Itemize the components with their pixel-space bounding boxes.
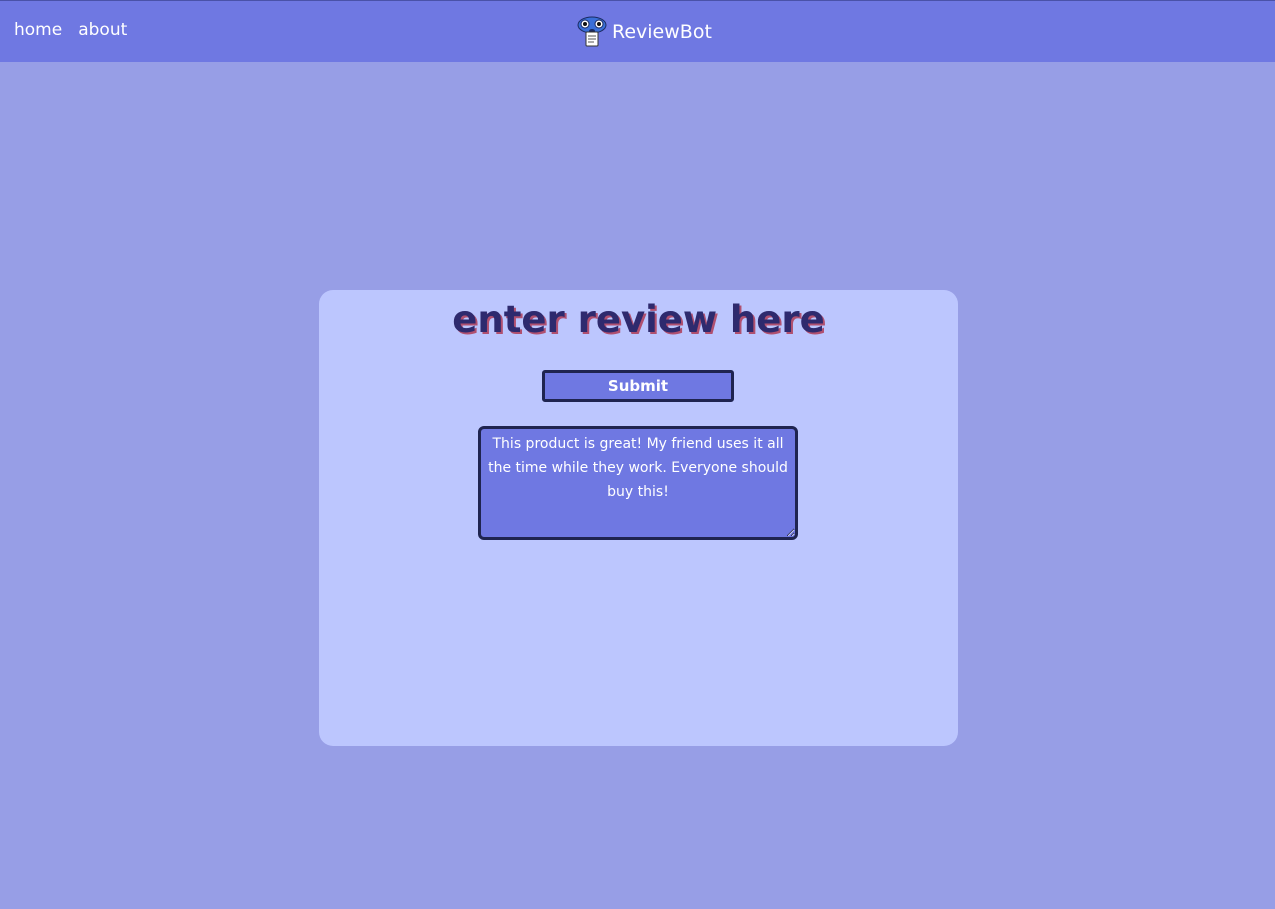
brand-title: ReviewBot: [612, 21, 712, 43]
robot-mascot-icon: [577, 16, 607, 47]
nav-link-about[interactable]: about: [78, 18, 127, 42]
top-navbar: home about ReviewBot: [0, 0, 1275, 62]
brand[interactable]: ReviewBot: [576, 15, 712, 49]
submit-button[interactable]: Submit: [542, 370, 734, 402]
nav-links: home about: [14, 18, 127, 42]
review-textarea[interactable]: This product is great! My friend uses it…: [478, 426, 798, 540]
review-card: enter review here Submit This product is…: [319, 290, 958, 746]
review-heading: enter review here: [452, 298, 825, 341]
nav-link-home[interactable]: home: [14, 18, 62, 42]
